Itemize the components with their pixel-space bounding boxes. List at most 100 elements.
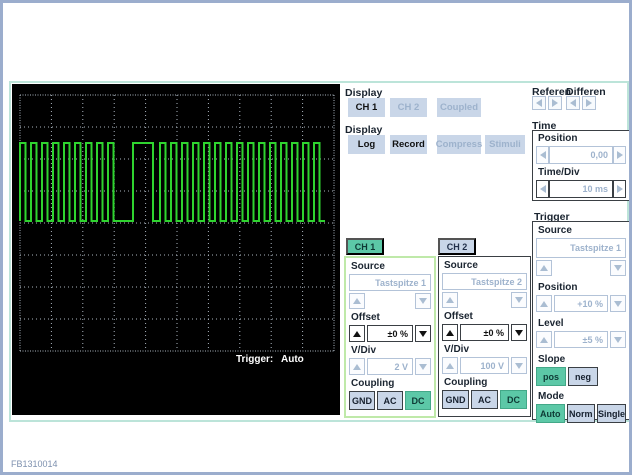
ch2-vdiv-down-button[interactable] <box>511 357 527 374</box>
time-position-field[interactable]: 0,00 <box>549 146 613 164</box>
down-arrow-icon <box>614 301 622 307</box>
right-arrow-icon <box>617 151 623 159</box>
ch2-coupling-gnd-button[interactable]: GND <box>442 390 469 409</box>
ch1-vdiv-up-button[interactable] <box>349 358 365 375</box>
ch1-vdiv-label: V/Div <box>351 345 431 356</box>
ch1-coupling-dc-button[interactable]: DC <box>405 391 431 410</box>
time-position-right-button[interactable] <box>613 146 626 164</box>
difference-next-button[interactable] <box>582 96 596 110</box>
trigger-mode-label: Mode <box>538 391 626 402</box>
trigger-status-label: Trigger: <box>236 354 273 365</box>
up-arrow-icon <box>446 330 454 336</box>
left-arrow-icon <box>570 99 576 107</box>
ch1-offset-label: Offset <box>351 312 431 323</box>
ch2-offset-label: Offset <box>444 311 527 322</box>
up-arrow-icon <box>540 337 548 343</box>
display-stimuli-button[interactable]: Stimuli <box>485 135 525 154</box>
up-arrow-icon <box>353 298 361 304</box>
time-panel: Position 0,00 Time/Div 10 ms <box>532 130 630 201</box>
time-position-label: Position <box>538 133 626 144</box>
reference-next-button[interactable] <box>548 96 562 110</box>
display-coupled-button[interactable]: Coupled <box>437 98 481 117</box>
down-arrow-icon <box>419 364 427 370</box>
right-arrow-icon <box>617 185 623 193</box>
trigger-level-up-button[interactable] <box>536 331 552 348</box>
trigger-mode-auto-button[interactable]: Auto <box>536 404 565 423</box>
trigger-position-field[interactable]: +10 % <box>554 295 608 312</box>
waveform-plot <box>12 84 340 415</box>
up-arrow-icon <box>446 363 454 369</box>
tab-ch1[interactable]: CH 1 <box>346 238 384 255</box>
up-arrow-icon <box>446 297 454 303</box>
ch2-source-down-button[interactable] <box>511 292 527 308</box>
down-arrow-icon <box>614 265 622 271</box>
ch2-source-up-button[interactable] <box>442 292 458 308</box>
reference-prev-button[interactable] <box>532 96 546 110</box>
trigger-mode-single-button[interactable]: Single <box>597 404 626 423</box>
left-arrow-icon <box>540 185 546 193</box>
ch2-vdiv-up-button[interactable] <box>442 357 458 374</box>
up-arrow-icon <box>540 265 548 271</box>
trigger-position-label: Position <box>538 282 626 293</box>
ch2-offset-up-button[interactable] <box>442 324 458 341</box>
down-arrow-icon <box>515 363 523 369</box>
ch2-coupling-ac-button[interactable]: AC <box>471 390 498 409</box>
display-log-button[interactable]: Log <box>348 135 385 154</box>
ch1-coupling-gnd-button[interactable]: GND <box>349 391 375 410</box>
ch1-offset-field[interactable]: ±0 % <box>367 325 413 342</box>
left-arrow-icon <box>536 99 542 107</box>
ch1-panel: Source Tastspitze 1 Offset ±0 % V/Div 2 … <box>344 256 436 418</box>
trigger-slope-neg-button[interactable]: neg <box>568 367 598 386</box>
trigger-level-down-button[interactable] <box>610 331 626 348</box>
ch2-coupling-dc-button[interactable]: DC <box>500 390 527 409</box>
difference-prev-button[interactable] <box>566 96 580 110</box>
down-arrow-icon <box>614 337 622 343</box>
trigger-panel: Source Tastspitze 1 Position +10 % Level… <box>532 221 630 420</box>
ch1-source-down-button[interactable] <box>415 293 431 309</box>
display-record-button[interactable]: Record <box>390 135 427 154</box>
ch1-source-field[interactable]: Tastspitze 1 <box>349 274 431 291</box>
ch2-coupling-label: Coupling <box>444 377 527 388</box>
display-compress-button[interactable]: Compress <box>437 135 481 154</box>
ch2-offset-down-button[interactable] <box>511 324 527 341</box>
timediv-field[interactable]: 10 ms <box>549 180 613 198</box>
ch1-offset-down-button[interactable] <box>415 325 431 342</box>
trigger-source-down-button[interactable] <box>610 260 626 276</box>
ch2-source-field[interactable]: Tastspitze 2 <box>442 273 527 290</box>
down-arrow-icon <box>515 297 523 303</box>
display-ch2-button[interactable]: CH 2 <box>390 98 427 117</box>
oscilloscope-display: Trigger: Auto <box>12 84 340 415</box>
up-arrow-icon <box>353 331 361 337</box>
up-arrow-icon <box>540 301 548 307</box>
ch2-vdiv-field[interactable]: 100 V <box>460 357 509 374</box>
timediv-right-button[interactable] <box>613 180 626 198</box>
trigger-source-field[interactable]: Tastspitze 1 <box>536 238 626 258</box>
trigger-position-up-button[interactable] <box>536 295 552 312</box>
timediv-label: Time/Div <box>538 167 626 178</box>
ch2-panel: Source Tastspitze 2 Offset ±0 % V/Div 10… <box>438 256 531 417</box>
trigger-level-field[interactable]: ±5 % <box>554 331 608 348</box>
oscilloscope-app-panel: Trigger: Auto Display CH 1 CH 2 Coupled … <box>9 81 629 422</box>
ch1-offset-up-button[interactable] <box>349 325 365 342</box>
trigger-mode-norm-button[interactable]: Norm <box>567 404 596 423</box>
trigger-position-down-button[interactable] <box>610 295 626 312</box>
ch1-source-up-button[interactable] <box>349 293 365 309</box>
right-arrow-icon <box>552 99 558 107</box>
trigger-slope-pos-button[interactable]: pos <box>536 367 566 386</box>
down-arrow-icon <box>419 298 427 304</box>
timediv-left-button[interactable] <box>536 180 549 198</box>
left-arrow-icon <box>540 151 546 159</box>
ch2-offset-field[interactable]: ±0 % <box>460 324 509 341</box>
ch1-coupling-ac-button[interactable]: AC <box>377 391 403 410</box>
tab-ch2[interactable]: CH 2 <box>438 238 476 255</box>
trigger-slope-label: Slope <box>538 354 626 365</box>
time-position-left-button[interactable] <box>536 146 549 164</box>
ch2-vdiv-label: V/Div <box>444 344 527 355</box>
trigger-source-up-button[interactable] <box>536 260 552 276</box>
figure-id: FB1310014 <box>11 459 58 469</box>
ch1-vdiv-down-button[interactable] <box>415 358 431 375</box>
display-ch1-button[interactable]: CH 1 <box>348 98 385 117</box>
up-arrow-icon <box>353 364 361 370</box>
app-window: Trigger: Auto Display CH 1 CH 2 Coupled … <box>0 0 632 475</box>
ch1-vdiv-field[interactable]: 2 V <box>367 358 413 375</box>
